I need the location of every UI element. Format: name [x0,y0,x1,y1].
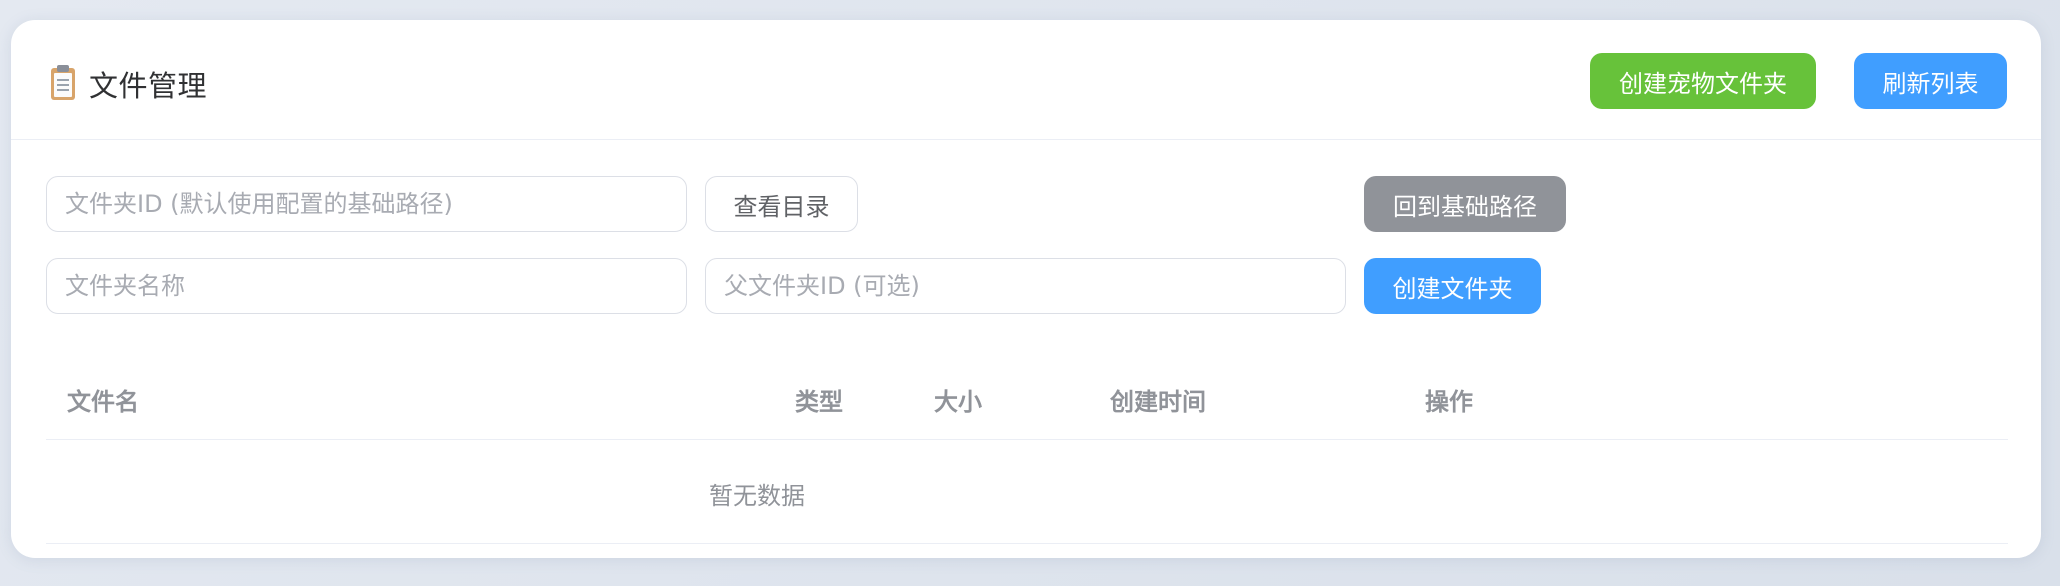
column-header-created-time: 创建时间 [1110,388,1206,416]
folder-name-input[interactable] [46,258,687,314]
card-header: 文件管理 创建宠物文件夹 刷新列表 [11,20,2041,140]
file-management-card: 文件管理 创建宠物文件夹 刷新列表 查看目录 回到基础路径 创建文件夹 文件名 … [11,20,2041,558]
column-header-actions: 操作 [1425,388,1473,416]
back-to-base-path-button[interactable]: 回到基础路径 [1364,176,1566,232]
create-folder-button[interactable]: 创建文件夹 [1364,258,1541,314]
empty-text: 暂无数据 [709,482,805,510]
title-group: 文件管理 [51,64,207,104]
folder-id-input[interactable] [46,176,687,232]
view-directory-button[interactable]: 查看目录 [705,176,858,232]
parent-folder-id-input[interactable] [705,258,1346,314]
page-title: 文件管理 [89,69,208,103]
column-header-filename: 文件名 [67,388,139,416]
column-header-type: 类型 [795,388,843,416]
clipboard-icon [51,65,75,100]
table-body: 暂无数据 [46,440,2008,544]
refresh-list-button[interactable]: 刷新列表 [1854,53,2007,109]
create-pet-folder-button[interactable]: 创建宠物文件夹 [1590,53,1816,109]
empty-state: 暂无数据 [46,440,2008,544]
column-header-size: 大小 [934,388,982,416]
table-header: 文件名 类型 大小 创建时间 操作 [46,358,2008,440]
